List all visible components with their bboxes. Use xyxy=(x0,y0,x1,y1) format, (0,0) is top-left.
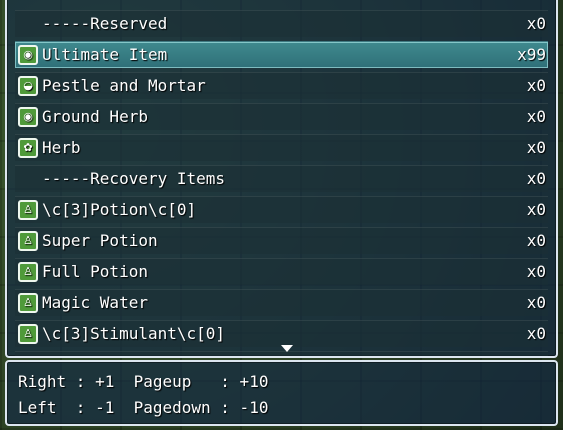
item-quantity: x99 xyxy=(517,45,546,64)
item-name: Herb xyxy=(42,138,81,157)
item-name: Ground Herb xyxy=(42,107,148,126)
item-quantity: x0 xyxy=(526,107,546,126)
list-item-herb[interactable]: ✿ Herb x0 xyxy=(15,134,548,161)
help-text-line-2: Left : -1 Pagedown : -10 xyxy=(18,398,269,417)
herb-icon: ✿ xyxy=(18,138,38,158)
item-list-window: -----Reserved x0 ◉ Ultimate Item x99 ◒ P… xyxy=(5,0,558,358)
list-item-full-potion[interactable]: ♙ Full Potion x0 xyxy=(15,258,548,285)
help-window: Right : +1 Pageup : +10 Left : -1 Pagedo… xyxy=(5,360,558,426)
help-text-line-1: Right : +1 Pageup : +10 xyxy=(18,372,269,391)
list-item-partial xyxy=(15,351,548,356)
list-item-category-recovery-items[interactable]: -----Recovery Items x0 xyxy=(15,165,548,192)
list-item-magic-water[interactable]: ♙ Magic Water x0 xyxy=(15,289,548,316)
item-quantity: x0 xyxy=(526,76,546,95)
potion-icon: ♙ xyxy=(18,262,38,282)
item-quantity: x0 xyxy=(526,138,546,157)
item-name: Full Potion xyxy=(42,262,148,281)
item-quantity: x0 xyxy=(526,14,546,33)
item-name: -----Recovery Items xyxy=(42,169,226,188)
item-quantity: x0 xyxy=(526,200,546,219)
item-name: \c[3]Potion\c[0] xyxy=(42,200,197,219)
potion-icon: ♙ xyxy=(18,200,38,220)
list-item-super-potion[interactable]: ♙ Super Potion x0 xyxy=(15,227,548,254)
item-quantity: x0 xyxy=(526,262,546,281)
down-arrow-icon[interactable] xyxy=(281,345,293,352)
item-quantity: x0 xyxy=(526,231,546,250)
list-item-potion[interactable]: ♙ \c[3]Potion\c[0] x0 xyxy=(15,196,548,223)
list-item-stimulant[interactable]: ♙ \c[3]Stimulant\c[0] x0 xyxy=(15,320,548,347)
pestle-and-mortar-icon: ◒ xyxy=(18,76,38,96)
item-quantity: x0 xyxy=(526,324,546,343)
list-item-ultimate-item[interactable]: ◉ Ultimate Item x99 xyxy=(15,41,548,68)
item-name: Pestle and Mortar xyxy=(42,76,206,95)
list-item-ground-herb[interactable]: ◉ Ground Herb x0 xyxy=(15,103,548,130)
item-quantity: x0 xyxy=(526,169,546,188)
item-name: -----Reserved xyxy=(42,14,168,33)
potion-icon: ♙ xyxy=(18,324,38,344)
potion-icon: ♙ xyxy=(18,293,38,313)
item-name: \c[3]Stimulant\c[0] xyxy=(42,324,226,343)
ultimate-item-icon: ◉ xyxy=(18,45,38,65)
item-name: Ultimate Item xyxy=(42,45,168,64)
item-name: Magic Water xyxy=(42,293,148,312)
list-item-pestle-and-mortar[interactable]: ◒ Pestle and Mortar x0 xyxy=(15,72,548,99)
item-name: Super Potion xyxy=(42,231,158,250)
potion-icon: ♙ xyxy=(18,231,38,251)
ground-herb-icon: ◉ xyxy=(18,107,38,127)
item-list: -----Reserved x0 ◉ Ultimate Item x99 ◒ P… xyxy=(15,10,548,356)
list-item-category-reserved[interactable]: -----Reserved x0 xyxy=(15,10,548,37)
item-quantity: x0 xyxy=(526,293,546,312)
